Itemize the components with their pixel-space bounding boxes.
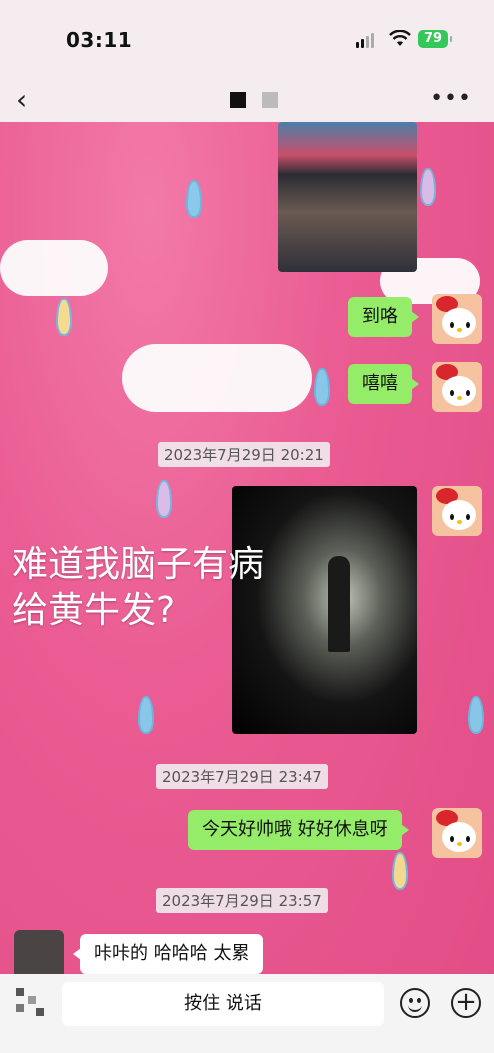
raindrop-decoration (420, 168, 436, 206)
concert-crowd-image[interactable] (278, 122, 417, 272)
raindrop-decoration (392, 852, 408, 890)
message-bubble-outgoing[interactable]: 嘻嘻 (348, 364, 419, 404)
voice-toggle-icon[interactable] (16, 988, 48, 1020)
raindrop-decoration (156, 480, 172, 518)
status-time: 03:11 (66, 28, 133, 52)
message-list[interactable]: 到咯 嘻嘻 2023年7月29日 20:21 难道我脑子有病 给黄牛发? 202… (0, 122, 494, 974)
emoji-icon[interactable] (400, 988, 430, 1018)
overlay-caption-line2: 给黄牛发? (12, 590, 176, 631)
avatar-contact[interactable] (14, 930, 64, 974)
raindrop-decoration (468, 696, 484, 734)
chat-header: ‹ ••• (0, 78, 494, 122)
hold-to-talk-button[interactable]: 按住 说话 (62, 982, 384, 1026)
cellular-signal-icon (356, 32, 378, 48)
avatar-self[interactable] (432, 294, 482, 344)
plus-icon[interactable]: + (451, 988, 481, 1018)
message-bubble-outgoing[interactable]: 今天好帅哦 好好休息呀 (188, 810, 409, 850)
cloud-decoration (122, 344, 312, 412)
performer-silhouette (328, 556, 350, 652)
timestamp: 2023年7月29日 23:57 (156, 888, 328, 913)
raindrop-decoration (314, 368, 330, 406)
message-bubble-outgoing[interactable]: 到咯 (348, 297, 419, 337)
overlay-caption-line1: 难道我脑子有病 (12, 544, 265, 585)
raindrop-decoration (138, 696, 154, 734)
timestamp: 2023年7月29日 23:47 (156, 764, 328, 789)
cloud-decoration (0, 240, 108, 296)
wifi-icon (389, 30, 411, 46)
contact-name-redacted[interactable] (230, 92, 290, 110)
raindrop-decoration (56, 298, 72, 336)
more-options-icon[interactable]: ••• (430, 86, 472, 111)
back-icon[interactable]: ‹ (16, 84, 27, 116)
message-bubble-incoming[interactable]: 咔咔的 哈哈哈 太累 (72, 934, 264, 974)
raindrop-decoration (186, 180, 202, 218)
avatar-self[interactable] (432, 808, 482, 858)
timestamp: 2023年7月29日 20:21 (158, 442, 330, 467)
status-bar: 03:11 79 (0, 0, 494, 78)
input-bar: 按住 说话 + (0, 974, 494, 1053)
overlay-caption: 难道我脑子有病 给黄牛发? (12, 542, 264, 634)
avatar-self[interactable] (432, 486, 482, 536)
avatar-self[interactable] (432, 362, 482, 412)
battery-icon: 79 (418, 30, 452, 48)
